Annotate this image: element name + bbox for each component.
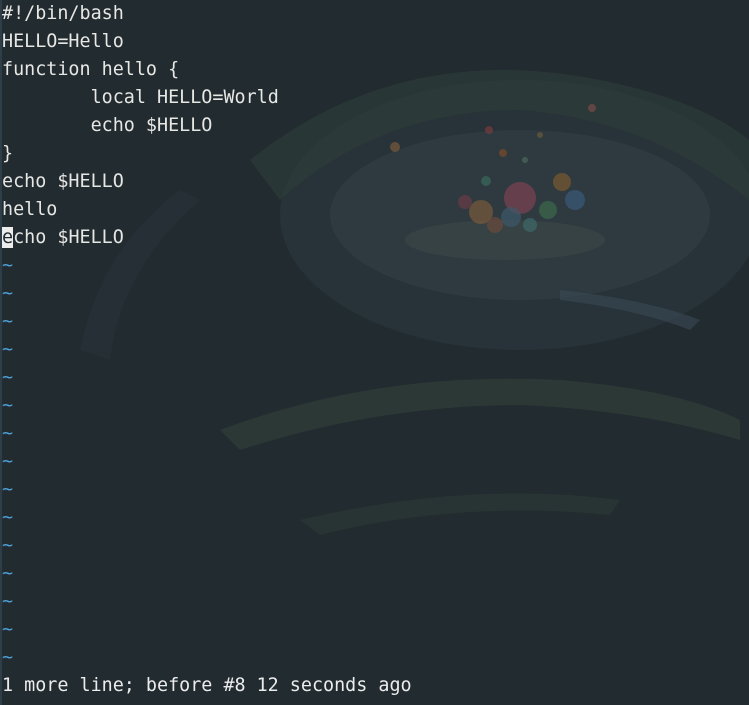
status-message: 1 more line; before #8 [2,675,246,696]
empty-line-marker: ~ [2,591,14,612]
empty-line-marker: ~ [2,283,14,304]
empty-line-markers: ~ ~ ~ ~ ~ ~ ~ ~ ~ ~ ~ ~ ~ ~ ~ [0,252,279,672]
window-edge [0,0,2,705]
empty-line-marker: ~ [2,395,14,416]
empty-line-marker: ~ [2,339,14,360]
code-line[interactable]: #!/bin/bash [0,0,279,28]
empty-line-marker: ~ [2,563,14,584]
empty-line-marker: ~ [2,423,14,444]
code-line[interactable]: function hello { [0,56,279,84]
empty-line-marker: ~ [2,619,14,640]
code-line[interactable]: echo $HELLO [0,112,279,140]
status-time: 12 seconds ago [256,675,412,696]
code-line[interactable]: } [0,140,279,168]
empty-line-marker: ~ [2,647,14,668]
empty-line-marker: ~ [2,507,14,528]
empty-line-marker: ~ [2,311,14,332]
cursor-code-line[interactable]: echo $HELLO [0,224,279,252]
empty-line-marker: ~ [2,535,14,556]
code-line[interactable]: echo $HELLO [0,168,279,196]
status-bar: 1 more line; before #8 12 seconds ago [0,672,412,700]
terminal-window[interactable]: #!/bin/bash HELLO=Hello function hello {… [0,0,749,705]
empty-line-marker: ~ [2,255,14,276]
cursor-line-rest: cho $HELLO [13,227,124,248]
code-line[interactable]: hello [0,196,279,224]
editor-buffer[interactable]: #!/bin/bash HELLO=Hello function hello {… [0,0,279,672]
text-cursor: e [2,227,14,248]
empty-line-marker: ~ [2,451,14,472]
code-line[interactable]: local HELLO=World [0,84,279,112]
empty-line-marker: ~ [2,367,14,388]
empty-line-marker: ~ [2,479,14,500]
code-line[interactable]: HELLO=Hello [0,28,279,56]
